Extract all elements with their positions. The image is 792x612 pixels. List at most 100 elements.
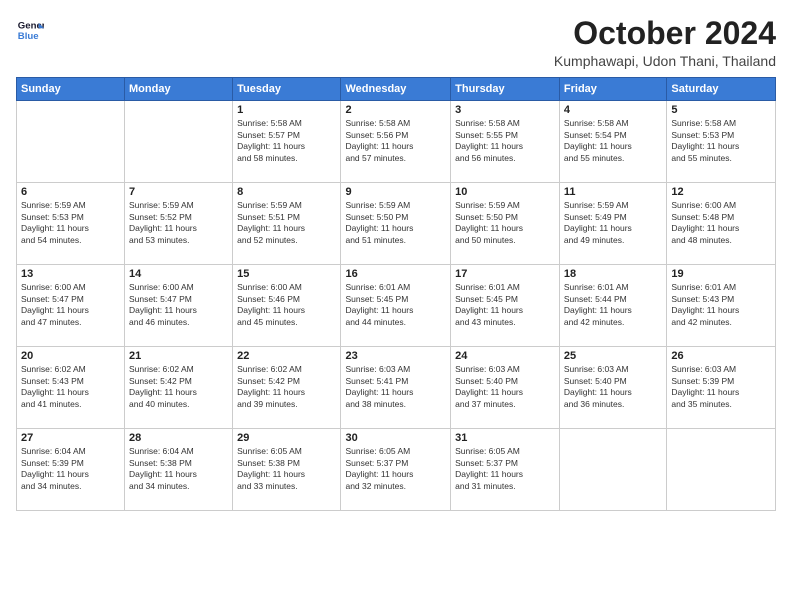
calendar-week-row: 1Sunrise: 5:58 AM Sunset: 5:57 PM Daylig… xyxy=(17,101,776,183)
day-number: 14 xyxy=(129,268,228,280)
table-row: 27 Sunrise: 6:04 AM Sunset: 5:39 PM Dayli… xyxy=(17,429,125,511)
day-detail: Sunrise: 5:58 AM Sunset: 5:56 PM Dayligh… xyxy=(345,118,446,164)
calendar-table: Sunday Monday Tuesday Wednesday Thursday… xyxy=(16,77,776,511)
table-row: 30 Sunrise: 6:05 AM Sunset: 5:37 PM Dayli… xyxy=(341,429,451,511)
day-number: 17 xyxy=(455,268,555,280)
calendar-header-row: Sunday Monday Tuesday Wednesday Thursday… xyxy=(17,78,776,101)
day-number: 19 xyxy=(671,268,771,280)
day-detail: Sunrise: 6:02 AM Sunset: 5:42 PM Dayligh… xyxy=(237,364,336,410)
calendar-week-row: 13 Sunrise: 6:00 AM Sunset: 5:47 PM Dayli… xyxy=(17,265,776,347)
day-detail: Sunrise: 6:01 AM Sunset: 5:44 PM Dayligh… xyxy=(564,282,662,328)
table-row: 1Sunrise: 5:58 AM Sunset: 5:57 PM Daylig… xyxy=(233,101,341,183)
calendar-week-row: 20 Sunrise: 6:02 AM Sunset: 5:43 PM Dayli… xyxy=(17,347,776,429)
table-row: 13 Sunrise: 6:00 AM Sunset: 5:47 PM Dayli… xyxy=(17,265,125,347)
table-row: 17 Sunrise: 6:01 AM Sunset: 5:45 PM Dayli… xyxy=(451,265,560,347)
month-title: October 2024 xyxy=(554,16,776,51)
location-title: Kumphawapi, Udon Thani, Thailand xyxy=(554,53,776,69)
table-row: 15Sunrise: 6:00 AM Sunset: 5:46 PM Dayli… xyxy=(233,265,341,347)
table-row: 23 Sunrise: 6:03 AM Sunset: 5:41 PM Dayli… xyxy=(341,347,451,429)
day-number: 11 xyxy=(564,186,662,198)
table-row: 6 Sunrise: 5:59 AM Sunset: 5:53 PM Daylig… xyxy=(17,183,125,265)
col-saturday: Saturday xyxy=(667,78,776,101)
table-row xyxy=(667,429,776,511)
table-row: 16Sunrise: 6:01 AM Sunset: 5:45 PM Dayli… xyxy=(341,265,451,347)
day-detail: Sunrise: 5:59 AM Sunset: 5:50 PM Dayligh… xyxy=(345,200,446,246)
day-number: 31 xyxy=(455,432,555,444)
day-detail: Sunrise: 6:03 AM Sunset: 5:39 PM Dayligh… xyxy=(671,364,771,410)
day-detail: Sunrise: 6:00 AM Sunset: 5:47 PM Dayligh… xyxy=(21,282,120,328)
table-row: 18 Sunrise: 6:01 AM Sunset: 5:44 PM Dayli… xyxy=(559,265,666,347)
table-row: 11 Sunrise: 5:59 AM Sunset: 5:49 PM Dayli… xyxy=(559,183,666,265)
col-sunday: Sunday xyxy=(17,78,125,101)
table-row: 31 Sunrise: 6:05 AM Sunset: 5:37 PM Dayli… xyxy=(451,429,560,511)
day-number: 23 xyxy=(345,350,446,362)
day-detail: Sunrise: 5:59 AM Sunset: 5:50 PM Dayligh… xyxy=(455,200,555,246)
calendar-week-row: 6 Sunrise: 5:59 AM Sunset: 5:53 PM Daylig… xyxy=(17,183,776,265)
col-thursday: Thursday xyxy=(451,78,560,101)
day-detail: Sunrise: 5:59 AM Sunset: 5:51 PM Dayligh… xyxy=(237,200,336,246)
day-detail: Sunrise: 6:01 AM Sunset: 5:45 PM Dayligh… xyxy=(455,282,555,328)
day-detail: Sunrise: 6:02 AM Sunset: 5:42 PM Dayligh… xyxy=(129,364,228,410)
day-detail: Sunrise: 6:05 AM Sunset: 5:37 PM Dayligh… xyxy=(345,446,446,492)
table-row: 8Sunrise: 5:59 AM Sunset: 5:51 PM Daylig… xyxy=(233,183,341,265)
day-number: 30 xyxy=(345,432,446,444)
day-detail: Sunrise: 6:03 AM Sunset: 5:41 PM Dayligh… xyxy=(345,364,446,410)
table-row: 12 Sunrise: 6:00 AM Sunset: 5:48 PM Dayli… xyxy=(667,183,776,265)
day-number: 22 xyxy=(237,350,336,362)
col-wednesday: Wednesday xyxy=(341,78,451,101)
day-number: 27 xyxy=(21,432,120,444)
table-row: 5Sunrise: 5:58 AM Sunset: 5:53 PM Daylig… xyxy=(667,101,776,183)
day-number: 3 xyxy=(455,104,555,116)
day-detail: Sunrise: 5:59 AM Sunset: 5:53 PM Dayligh… xyxy=(21,200,120,246)
table-row: 19 Sunrise: 6:01 AM Sunset: 5:43 PM Dayli… xyxy=(667,265,776,347)
day-number: 29 xyxy=(237,432,336,444)
day-number: 6 xyxy=(21,186,120,198)
day-detail: Sunrise: 6:04 AM Sunset: 5:39 PM Dayligh… xyxy=(21,446,120,492)
day-number: 21 xyxy=(129,350,228,362)
day-detail: Sunrise: 6:00 AM Sunset: 5:46 PM Dayligh… xyxy=(237,282,336,328)
day-number: 10 xyxy=(455,186,555,198)
day-detail: Sunrise: 6:04 AM Sunset: 5:38 PM Dayligh… xyxy=(129,446,228,492)
day-detail: Sunrise: 6:00 AM Sunset: 5:48 PM Dayligh… xyxy=(671,200,771,246)
day-number: 20 xyxy=(21,350,120,362)
page-header: General Blue October 2024 Kumphawapi, Ud… xyxy=(16,16,776,69)
table-row: 9Sunrise: 5:59 AM Sunset: 5:50 PM Daylig… xyxy=(341,183,451,265)
table-row: 22 Sunrise: 6:02 AM Sunset: 5:42 PM Dayli… xyxy=(233,347,341,429)
day-detail: Sunrise: 5:59 AM Sunset: 5:49 PM Dayligh… xyxy=(564,200,662,246)
table-row: 3 Sunrise: 5:58 AM Sunset: 5:55 PM Daylig… xyxy=(451,101,560,183)
day-number: 28 xyxy=(129,432,228,444)
day-detail: Sunrise: 5:58 AM Sunset: 5:55 PM Dayligh… xyxy=(455,118,555,164)
table-row: 28 Sunrise: 6:04 AM Sunset: 5:38 PM Dayli… xyxy=(125,429,233,511)
calendar-week-row: 27 Sunrise: 6:04 AM Sunset: 5:39 PM Dayli… xyxy=(17,429,776,511)
day-detail: Sunrise: 6:03 AM Sunset: 5:40 PM Dayligh… xyxy=(455,364,555,410)
title-block: October 2024 Kumphawapi, Udon Thani, Tha… xyxy=(554,16,776,69)
table-row xyxy=(17,101,125,183)
day-number: 16 xyxy=(345,268,446,280)
day-detail: Sunrise: 6:01 AM Sunset: 5:43 PM Dayligh… xyxy=(671,282,771,328)
day-number: 5 xyxy=(671,104,771,116)
day-detail: Sunrise: 6:02 AM Sunset: 5:43 PM Dayligh… xyxy=(21,364,120,410)
logo: General Blue xyxy=(16,16,44,44)
day-detail: Sunrise: 5:59 AM Sunset: 5:52 PM Dayligh… xyxy=(129,200,228,246)
table-row: 14Sunrise: 6:00 AM Sunset: 5:47 PM Dayli… xyxy=(125,265,233,347)
day-detail: Sunrise: 6:03 AM Sunset: 5:40 PM Dayligh… xyxy=(564,364,662,410)
day-number: 25 xyxy=(564,350,662,362)
table-row: 10 Sunrise: 5:59 AM Sunset: 5:50 PM Dayli… xyxy=(451,183,560,265)
table-row: 2Sunrise: 5:58 AM Sunset: 5:56 PM Daylig… xyxy=(341,101,451,183)
day-number: 13 xyxy=(21,268,120,280)
table-row: 7Sunrise: 5:59 AM Sunset: 5:52 PM Daylig… xyxy=(125,183,233,265)
day-number: 24 xyxy=(455,350,555,362)
table-row: 26 Sunrise: 6:03 AM Sunset: 5:39 PM Dayli… xyxy=(667,347,776,429)
day-number: 12 xyxy=(671,186,771,198)
day-detail: Sunrise: 6:05 AM Sunset: 5:37 PM Dayligh… xyxy=(455,446,555,492)
day-detail: Sunrise: 5:58 AM Sunset: 5:54 PM Dayligh… xyxy=(564,118,662,164)
table-row: 25 Sunrise: 6:03 AM Sunset: 5:40 PM Dayli… xyxy=(559,347,666,429)
day-number: 18 xyxy=(564,268,662,280)
svg-text:Blue: Blue xyxy=(18,31,39,42)
day-number: 26 xyxy=(671,350,771,362)
table-row: 29Sunrise: 6:05 AM Sunset: 5:38 PM Dayli… xyxy=(233,429,341,511)
table-row xyxy=(559,429,666,511)
col-friday: Friday xyxy=(559,78,666,101)
logo-icon: General Blue xyxy=(16,16,44,44)
table-row: 21 Sunrise: 6:02 AM Sunset: 5:42 PM Dayli… xyxy=(125,347,233,429)
